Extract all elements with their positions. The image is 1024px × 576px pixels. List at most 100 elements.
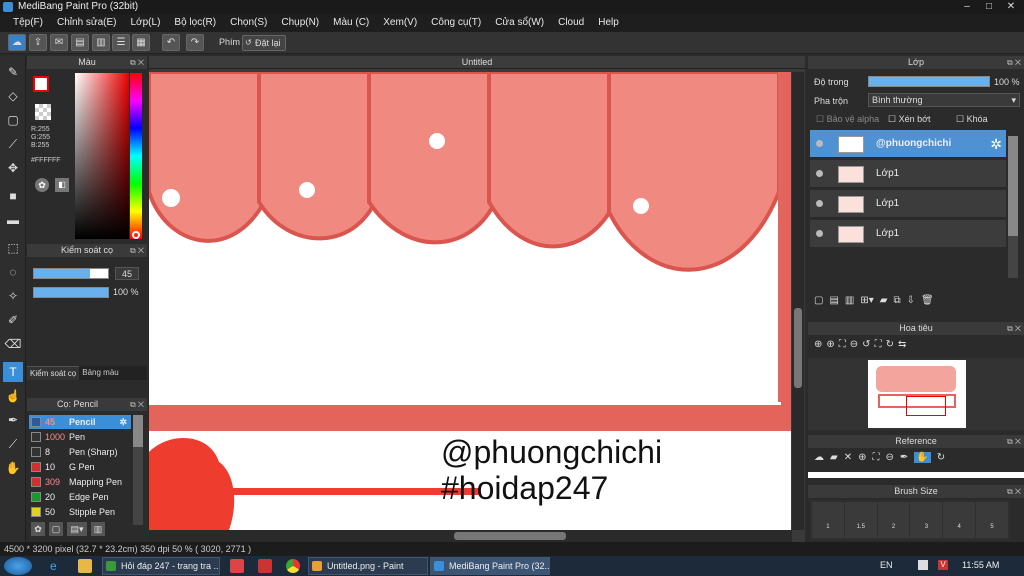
- eyedropper-icon[interactable]: ✒: [900, 452, 908, 463]
- brush-item-g-pen[interactable]: 10 G Pen: [29, 460, 131, 474]
- panel-options-icon[interactable]: ⧉ ✕: [1007, 435, 1021, 448]
- canvas-tab[interactable]: Untitled: [149, 56, 805, 69]
- horizontal-scroll-thumb[interactable]: [454, 532, 566, 540]
- redo-button[interactable]: ↷: [186, 34, 204, 51]
- task-medibang[interactable]: MediBang Paint Pro (32...: [430, 557, 550, 575]
- gear-icon[interactable]: ✲: [119, 415, 127, 429]
- brush-item-pen[interactable]: 1000 Pen: [29, 430, 131, 444]
- transparent-swatch[interactable]: [35, 104, 51, 120]
- menu-tools[interactable]: Công cụ(T): [424, 14, 488, 32]
- grid-icon[interactable]: ▦: [132, 34, 150, 51]
- minimize-button[interactable]: –: [958, 1, 976, 13]
- close-icon[interactable]: ✕: [844, 452, 852, 463]
- zoom-out-icon[interactable]: ⊖: [885, 452, 893, 463]
- fit-screen-icon[interactable]: ⛶: [839, 339, 846, 350]
- brush-item-pen-sharp[interactable]: 8 Pen (Sharp): [29, 445, 131, 459]
- open-folder-icon[interactable]: ▰: [830, 452, 838, 463]
- menu-capture[interactable]: Chụp(N): [274, 14, 326, 32]
- text-tool-icon[interactable]: T: [3, 362, 23, 382]
- brush-opacity-slider[interactable]: [33, 287, 109, 298]
- menu-filter[interactable]: Bộ lọc(R): [167, 14, 223, 32]
- move-tool-icon[interactable]: ✥: [3, 158, 23, 178]
- share-icon[interactable]: ⇪: [29, 34, 47, 51]
- brush-item-stipple-pen[interactable]: 50 Stipple Pen: [29, 505, 131, 519]
- app-icon[interactable]: [258, 559, 272, 573]
- frame-divide-icon[interactable]: ⟋: [3, 434, 23, 454]
- menu-file[interactable]: Tệp(F): [6, 14, 50, 32]
- document-icon[interactable]: ▤: [71, 34, 89, 51]
- add-layer-menu-icon[interactable]: ⊞▾: [860, 295, 873, 306]
- menu-cloud[interactable]: Cloud: [551, 14, 591, 32]
- tray-icon[interactable]: [918, 560, 928, 570]
- lasso-select-icon[interactable]: ◌: [3, 262, 23, 282]
- task-browser[interactable]: Hỏi đáp 247 - trang tra ...: [102, 557, 220, 575]
- new-8bit-layer-icon[interactable]: ▤: [829, 295, 838, 306]
- flip-icon[interactable]: ⇆: [898, 339, 906, 350]
- eyedropper-icon[interactable]: ✒: [3, 410, 23, 430]
- reset-button[interactable]: ↺ Đặt lại: [242, 35, 286, 51]
- hand-icon[interactable]: ✋: [914, 452, 931, 463]
- layer-row[interactable]: Lớp1: [810, 220, 1006, 248]
- language-indicator[interactable]: EN: [880, 560, 893, 570]
- brush-settings-icon[interactable]: ✿: [31, 522, 45, 536]
- brush-properties-icon[interactable]: ▥: [91, 522, 105, 536]
- layer-row[interactable]: Lớp1: [810, 160, 1006, 188]
- new-layer-icon[interactable]: ▢: [814, 295, 823, 306]
- brush-list-scrollbar[interactable]: [133, 415, 143, 525]
- brush-size-cell[interactable]: 1.5: [844, 502, 877, 538]
- zoom-in-icon[interactable]: ⊕: [814, 339, 822, 350]
- task-paint[interactable]: Untitled.png - Paint: [308, 557, 428, 575]
- gradient-tool-icon[interactable]: ▬: [3, 210, 23, 230]
- operation-tool-icon[interactable]: ☝: [3, 386, 23, 406]
- fill-tool-icon[interactable]: ■: [3, 186, 23, 206]
- chrome-icon[interactable]: [286, 559, 300, 573]
- page-icon[interactable]: ▥: [92, 34, 110, 51]
- panel-options-icon[interactable]: ⧉ ✕: [1007, 485, 1021, 498]
- new-1bit-layer-icon[interactable]: ▥: [845, 295, 854, 306]
- rotate-left-icon[interactable]: ↺: [862, 339, 870, 350]
- zoom-in-step-icon[interactable]: ⊕: [826, 339, 834, 350]
- panel-options-icon[interactable]: ⧉ ✕: [130, 398, 144, 411]
- folder-icon[interactable]: ▰: [880, 295, 888, 306]
- clipping-checkbox[interactable]: ☐ Xén bớt: [888, 114, 931, 125]
- visibility-icon[interactable]: [816, 140, 823, 147]
- visibility-icon[interactable]: [816, 170, 823, 177]
- layer-scrollbar[interactable]: [1008, 136, 1018, 278]
- gear-icon[interactable]: ✲: [990, 136, 1002, 153]
- rotate-icon[interactable]: ↻: [937, 452, 945, 463]
- fit-icon[interactable]: ⛶: [872, 452, 879, 463]
- lock-checkbox[interactable]: ☐ Khóa: [956, 114, 988, 125]
- hue-handle[interactable]: [132, 231, 140, 239]
- new-brush-icon[interactable]: ▢: [49, 522, 63, 536]
- menu-layer[interactable]: Lớp(L): [124, 14, 168, 32]
- horizontal-scrollbar[interactable]: [149, 530, 792, 542]
- tab-brush-control[interactable]: Kiểm soát cọ: [27, 366, 80, 380]
- brush-size-slider[interactable]: [33, 268, 109, 279]
- brush-item-edge-pen[interactable]: 20 Edge Pen: [29, 490, 131, 504]
- brush-size-cell[interactable]: 3: [910, 502, 943, 538]
- tab-color-palette[interactable]: Bảng màu: [79, 366, 121, 380]
- panel-options-icon[interactable]: ⧉ ✕: [130, 56, 144, 69]
- brush-size-cell[interactable]: 5: [976, 502, 1008, 538]
- panel-options-icon[interactable]: ⧉ ✕: [1007, 56, 1021, 69]
- hand-tool-icon[interactable]: ✋: [3, 458, 23, 478]
- layer-row-selected[interactable]: @phuongchichi ✲: [810, 130, 1006, 158]
- saturation-value-picker[interactable]: [75, 73, 129, 239]
- menu-select[interactable]: Chọn(S): [223, 14, 274, 32]
- magic-wand-icon[interactable]: ✧: [3, 286, 23, 306]
- start-button[interactable]: [4, 557, 32, 575]
- menu-color[interactable]: Màu (C): [326, 14, 376, 32]
- brush-size-cell[interactable]: 4: [943, 502, 976, 538]
- list-icon[interactable]: ☰: [112, 34, 130, 51]
- drawing-canvas[interactable]: @phuongchichi #hoidap247: [149, 72, 791, 530]
- close-button[interactable]: ✕: [1002, 1, 1020, 13]
- eraser-tool-icon[interactable]: ◇: [3, 86, 23, 106]
- hue-slider[interactable]: [130, 73, 142, 239]
- add-brush-icon[interactable]: ▤▾: [67, 522, 87, 536]
- rotate-right-icon[interactable]: ↻: [886, 339, 894, 350]
- palette-icon[interactable]: ✿: [35, 178, 49, 192]
- zoom-out-icon[interactable]: ⊖: [850, 339, 858, 350]
- actual-size-icon[interactable]: ⛶: [875, 339, 882, 350]
- media-icon[interactable]: [230, 559, 244, 573]
- rect-select-icon[interactable]: ⬚: [3, 238, 23, 258]
